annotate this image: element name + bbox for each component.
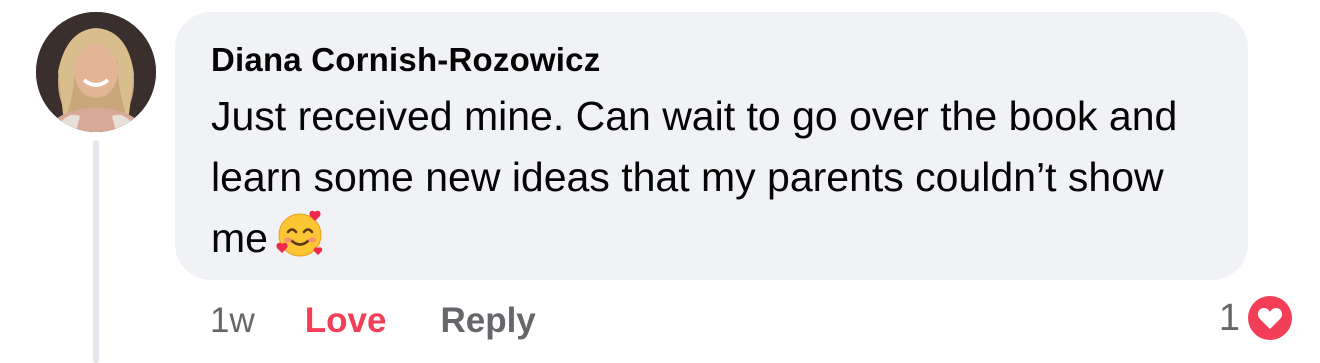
comment-bubble: Diana Cornish-Rozowicz Just received min… — [175, 12, 1248, 280]
reply-button[interactable]: Reply — [440, 301, 535, 341]
love-button[interactable]: Love — [305, 301, 387, 341]
avatar-photo — [36, 12, 156, 132]
love-reaction-icon — [1244, 292, 1296, 344]
comment-actions: 1w Love Reply — [210, 296, 536, 346]
reaction-count: 1 — [1218, 296, 1240, 339]
comment-timestamp[interactable]: 1w — [210, 301, 255, 341]
comment-text-block: Just received mine. Can wait to go over … — [211, 86, 1221, 269]
thread-line — [93, 140, 99, 363]
comment-author[interactable]: Diana Cornish-Rozowicz — [211, 40, 1212, 80]
reaction-summary[interactable]: 1 — [1219, 292, 1296, 344]
comment-text: Just received mine. Can wait to go over … — [211, 93, 1178, 261]
avatar[interactable] — [36, 12, 156, 132]
smiling-face-with-hearts-icon — [274, 208, 326, 260]
